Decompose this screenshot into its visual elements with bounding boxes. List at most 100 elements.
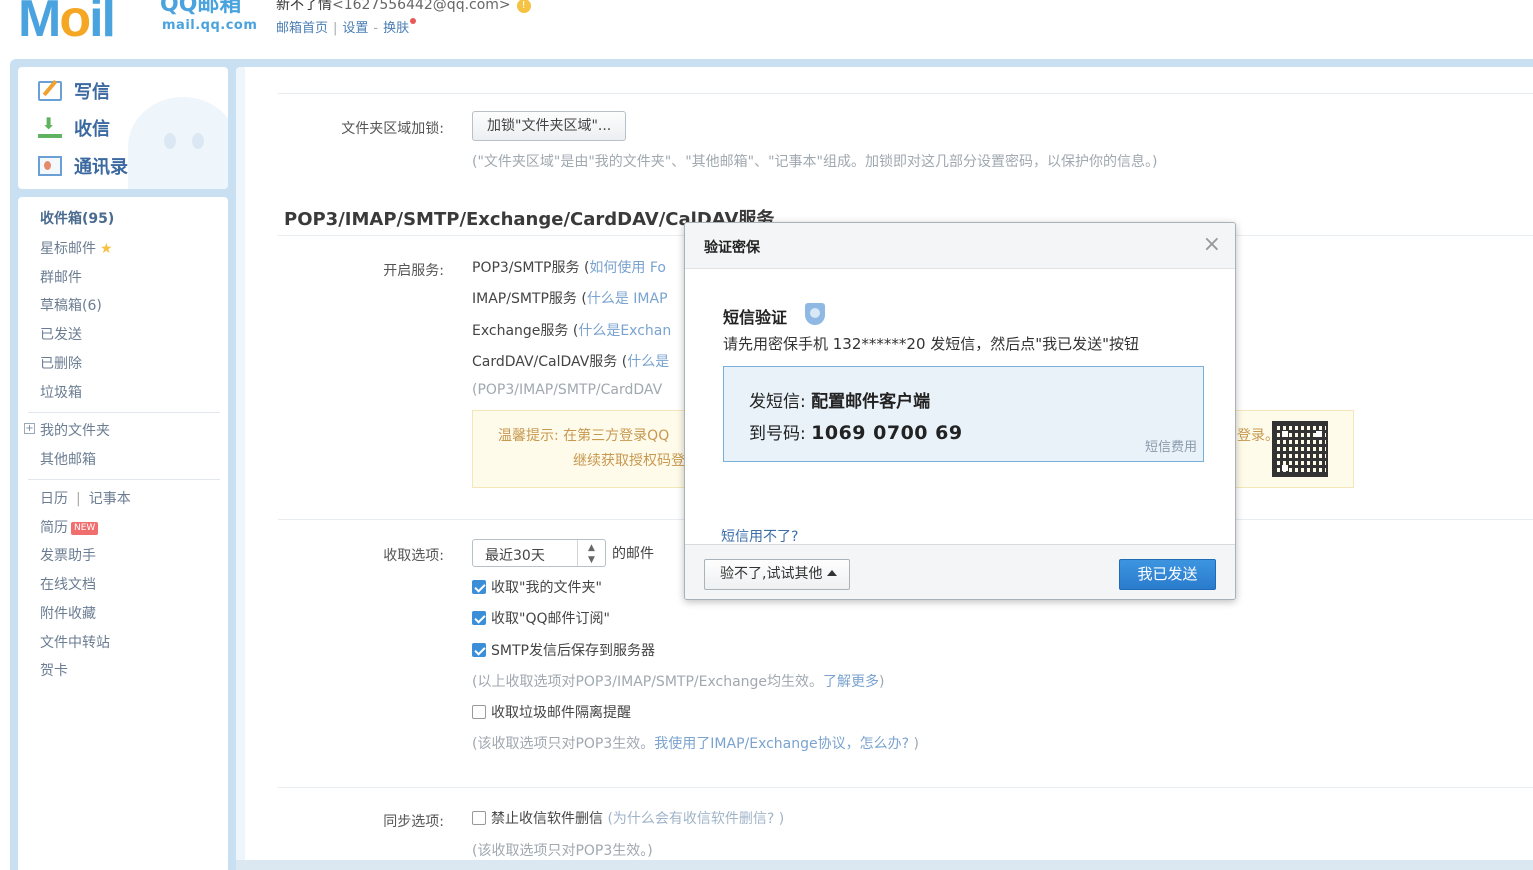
dialog-title: 验证密保 <box>704 240 760 256</box>
receive-button[interactable]: 收信 <box>38 113 110 143</box>
panel-stripe <box>236 67 245 870</box>
write-icon <box>38 81 62 101</box>
star-icon: ★ <box>100 241 113 257</box>
fetch-option-subscriptions[interactable]: 收取"QQ邮件订阅" <box>472 608 610 628</box>
sidebar-item-starred[interactable]: 星标邮件 ★ <box>40 238 113 258</box>
sidebar-item-my-folders[interactable]: + 我的文件夹 <box>24 420 110 440</box>
open-service-label: 开启服务: <box>383 263 444 279</box>
sidebar-item-notes[interactable]: 记事本 <box>89 491 131 507</box>
service-pop3: POP3/SMTP服务 (如何使用 Fo <box>472 257 666 277</box>
option-label: 收取"QQ邮件订阅" <box>491 611 610 627</box>
tip-text: 在第三方登录QQ <box>563 428 670 444</box>
fetch-option-spam[interactable]: 收取垃圾邮件隔离提醒 <box>472 702 631 722</box>
fetch-options-label: 收取选项: <box>383 548 444 564</box>
why-delete-link[interactable]: (为什么会有收信软件删信? ) <box>607 811 784 827</box>
sms-number: 1069 0700 69 <box>811 422 963 444</box>
compose-panel: 写信 收信 通讯录 <box>18 67 228 189</box>
starred-label: 星标邮件 <box>40 241 96 257</box>
sidebar-item-attachments[interactable]: 附件收藏 <box>40 603 96 623</box>
try-other-button[interactable]: 验不了,试试其他 <box>704 559 851 590</box>
sidebar-item-calendar[interactable]: 日历 <box>40 491 68 507</box>
fetch-note: (以上收取选项对POP3/IMAP/SMTP/Exchange均生效。了解更多) <box>472 671 885 691</box>
sidebar-divider <box>28 412 220 413</box>
sms-fee-link[interactable]: 短信费用 <box>1145 436 1197 455</box>
qq-mail-logo[interactable]: Moil QQ邮箱 mail.qq.com <box>18 0 258 48</box>
option-label: 收取"我的文件夹" <box>491 580 602 596</box>
sidebar-item-online-docs[interactable]: 在线文档 <box>40 574 96 594</box>
fetch-option-smtp-save[interactable]: SMTP发信后保存到服务器 <box>472 640 655 660</box>
sms-content-line: 发短信: 配置邮件客户端 <box>749 387 930 412</box>
sidebar-item-deleted[interactable]: 已删除 <box>40 353 82 373</box>
service-imap: IMAP/SMTP服务 (什么是 IMAP <box>472 288 668 308</box>
sidebar-item-other-mailbox[interactable]: 其他邮箱 <box>40 449 96 469</box>
expand-icon[interactable]: + <box>24 423 35 434</box>
logo-mail-text: Moil <box>18 0 116 48</box>
header: Moil QQ邮箱 mail.qq.com 新不了情<1627556442@qq… <box>0 0 1533 60</box>
checkbox-unchecked[interactable] <box>472 811 486 825</box>
folder-lock-button[interactable]: 加锁"文件夹区域"... <box>472 111 627 141</box>
service-name: POP3/SMTP服务 ( <box>472 260 590 276</box>
new-badge: NEW <box>71 522 99 535</box>
warning-icon[interactable]: ! <box>516 0 531 13</box>
service-help-link[interactable]: 什么是 IMAP <box>587 291 668 307</box>
sync-options-label: 同步选项: <box>383 814 444 830</box>
checkbox-unchecked[interactable] <box>472 705 486 719</box>
option-label: 禁止收信软件删信 <box>491 811 603 827</box>
dialog-footer: 验不了,试试其他 我已发送 <box>685 544 1235 599</box>
send-label: 发短信: <box>749 392 812 412</box>
learn-more-link[interactable]: 了解更多 <box>823 674 879 690</box>
folder-lock-description: ("文件夹区域"是由"我的文件夹"、"其他邮箱"、"记事本"组成。加锁即对这几部… <box>472 154 1158 170</box>
sidebar-item-inbox[interactable]: 收件箱(95) <box>40 208 114 228</box>
sidebar-nav: 收件箱(95) 星标邮件 ★ 群邮件 草稿箱(6) 已发送 已删除 垃圾箱 + 我的… <box>18 197 228 870</box>
service-help-link[interactable]: 什么是 <box>627 354 669 370</box>
sidebar-item-greeting-card[interactable]: 贺卡 <box>40 660 68 680</box>
link-settings[interactable]: 设置 <box>342 21 368 36</box>
penguin-decoration <box>128 97 228 189</box>
tip-line-2: 继续获取授权码登 <box>573 453 685 469</box>
close-icon[interactable]: × <box>1203 233 1221 257</box>
to-label: 到号码: <box>749 424 812 444</box>
note-text: ) <box>909 736 919 752</box>
write-button[interactable]: 写信 <box>38 76 110 106</box>
note-text: (以上收取选项对POP3/IMAP/SMTP/Exchange均生效。 <box>472 674 824 690</box>
dialog-header: 验证密保 × <box>685 223 1235 269</box>
contacts-button[interactable]: 通讯录 <box>38 151 128 181</box>
sms-instructions: 请先用密保手机 132******20 发短信，然后点"我已发送"按钮 <box>723 335 1140 353</box>
checkbox-checked[interactable] <box>472 611 486 625</box>
sidebar-item-group[interactable]: 群邮件 <box>40 267 82 287</box>
sync-option-no-delete[interactable]: 禁止收信软件删信 (为什么会有收信软件删信? ) <box>472 808 784 828</box>
sidebar-item-trash[interactable]: 垃圾箱 <box>40 382 82 402</box>
sidebar-item-resume[interactable]: 简历 NEW <box>40 517 99 537</box>
service-help-link[interactable]: 如何使用 Fo <box>589 260 666 276</box>
sidebar-item-transfer[interactable]: 文件中转站 <box>40 632 110 652</box>
service-exchange: Exchange服务 (什么是Exchan <box>472 320 671 340</box>
qr-code-icon <box>1272 421 1328 477</box>
sms-verify-title: 短信验证 <box>723 308 788 327</box>
sidebar-item-sent[interactable]: 已发送 <box>40 324 82 344</box>
sent-button[interactable]: 我已发送 <box>1119 559 1216 590</box>
fetch-range-select[interactable]: 最近30天 ▲ ▼ <box>472 539 606 567</box>
checkbox-checked[interactable] <box>472 643 486 657</box>
sms-info-box: 发短信: 配置邮件客户端 到号码: 1069 0700 69 短信费用 <box>723 366 1204 462</box>
service-name: Exchange服务 ( <box>472 323 579 339</box>
section-divider <box>278 787 1533 788</box>
fetch-option-my-folders[interactable]: 收取"我的文件夹" <box>472 577 602 597</box>
verify-security-dialog: 验证密保 × 短信验证 请先用密保手机 132******20 发短信，然后点"… <box>684 222 1236 600</box>
user-line: 新不了情<1627556442@qq.com>! <box>276 0 531 14</box>
sidebar-item-invoice[interactable]: 发票助手 <box>40 545 96 565</box>
sidebar-item-drafts[interactable]: 草稿箱(6) <box>40 295 102 315</box>
checkbox-checked[interactable] <box>472 580 486 594</box>
service-help-link[interactable]: 什么是Exchan <box>578 323 671 339</box>
user-email: <1627556442@qq.com> <box>332 0 511 13</box>
receive-label: 收信 <box>74 119 110 140</box>
contacts-label: 通讯录 <box>74 157 128 178</box>
link-mailbox-home[interactable]: 邮箱首页 <box>276 21 328 36</box>
service-name: CardDAV/CalDAV服务 ( <box>472 354 628 370</box>
inbox-icon <box>38 114 62 138</box>
link-skin[interactable]: 换肤 <box>383 21 409 36</box>
logo-domain-text: mail.qq.com <box>162 18 258 33</box>
fetch-range-value: 最近30天 <box>485 548 545 564</box>
sms-unavailable-link[interactable]: 短信用不了? <box>721 526 798 546</box>
imap-help-link[interactable]: 我使用了IMAP/Exchange协议，怎么办? <box>654 736 909 752</box>
divider <box>278 93 1533 94</box>
